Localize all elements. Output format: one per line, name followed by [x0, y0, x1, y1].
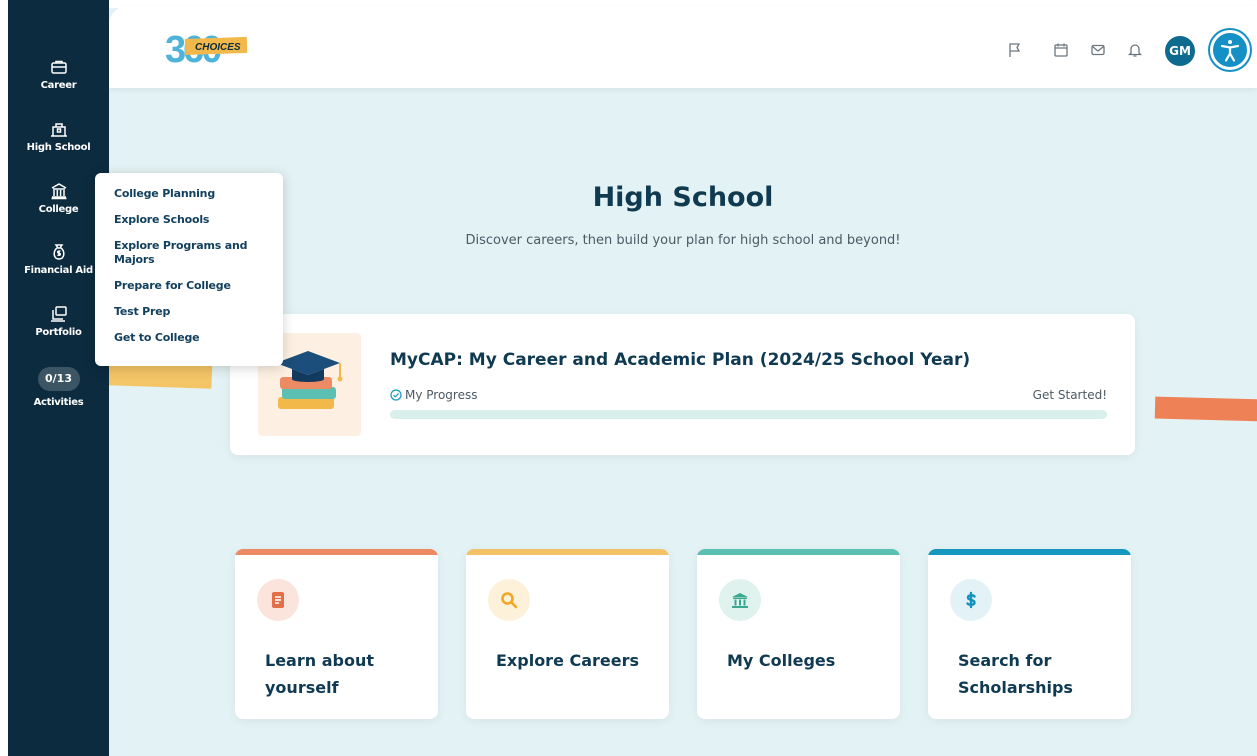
card-title: Search for Scholarships — [958, 651, 1073, 697]
mail-icon[interactable] — [1090, 42, 1106, 58]
progress-label-text: My Progress — [405, 388, 478, 402]
card-title: Learn about yourself — [265, 651, 374, 697]
sidebar-item-activities[interactable]: 0/13 Activities — [8, 367, 109, 408]
card-accent-bar — [928, 549, 1131, 555]
card-icon-circle — [257, 579, 299, 621]
college-icon — [732, 593, 748, 608]
app-logo[interactable]: 360 CHOICES — [165, 24, 257, 72]
user-avatar[interactable]: GM — [1165, 36, 1195, 66]
sidebar-item-label: High School — [26, 142, 91, 153]
window-edge — [0, 0, 8, 756]
menu-item-test-prep[interactable]: Test Prep — [114, 305, 271, 319]
sidebar-item-label: Activities — [33, 397, 84, 408]
card-icon-circle — [719, 579, 761, 621]
accessibility-button[interactable] — [1210, 30, 1250, 70]
card-icon-circle — [488, 579, 530, 621]
progress-bar — [390, 410, 1107, 419]
card-learn-about-yourself[interactable]: Learn about yourself — [235, 549, 438, 719]
money-bag-icon — [53, 244, 64, 260]
sidebar-item-label: Financial Aid — [24, 265, 93, 276]
sidebar-item-high-school[interactable]: High School — [8, 120, 109, 153]
card-accent-bar — [697, 549, 900, 555]
check-circle-icon — [390, 389, 402, 401]
college-flyout-menu: College Planning Explore Schools Explore… — [95, 173, 283, 366]
menu-item-explore-schools[interactable]: Explore Schools — [114, 213, 271, 227]
card-accent-bar — [235, 549, 438, 555]
mycap-card[interactable]: MyCAP: My Career and Academic Plan (2024… — [230, 314, 1135, 455]
header: 360 CHOICES GM — [109, 6, 1257, 88]
card-search-for-scholarships[interactable]: Search for Scholarships — [928, 549, 1131, 719]
sidebar-item-label: College — [38, 204, 79, 215]
decorative-stripe-orange — [1154, 396, 1257, 422]
sidebar-item-financial-aid[interactable]: Financial Aid — [8, 243, 109, 276]
book-icon — [272, 592, 284, 608]
menu-item-explore-programs-majors[interactable]: Explore Programs and Majors — [114, 239, 271, 267]
card-accent-bar — [466, 549, 669, 555]
college-building-icon — [51, 183, 66, 200]
school-building-icon — [50, 123, 67, 137]
sidebar-item-portfolio[interactable]: Portfolio — [8, 305, 109, 338]
sidebar-item-label: Portfolio — [35, 327, 82, 338]
logo-graphic: 360 CHOICES — [165, 29, 248, 71]
sidebar: Career High School College Financial Aid… — [8, 0, 109, 756]
portfolio-icon — [50, 306, 67, 322]
flag-icon[interactable] — [1007, 42, 1023, 58]
card-title: Explore Careers — [496, 651, 640, 670]
menu-item-get-to-college[interactable]: Get to College — [114, 331, 271, 345]
progress-label: My Progress — [390, 388, 477, 402]
main-content: 360 CHOICES GM High School Discover care… — [109, 0, 1257, 756]
calendar-icon[interactable] — [1053, 42, 1069, 58]
sidebar-item-career[interactable]: Career — [8, 58, 109, 91]
dollar-icon — [966, 591, 976, 609]
card-explore-careers[interactable]: Explore Careers — [466, 549, 669, 719]
briefcase-icon — [50, 60, 67, 74]
menu-item-prepare-for-college[interactable]: Prepare for College — [114, 279, 271, 293]
bell-icon[interactable] — [1127, 42, 1143, 58]
mycap-title[interactable]: MyCAP: My Career and Academic Plan (2024… — [390, 350, 970, 370]
sidebar-item-label: Career — [40, 80, 77, 91]
sidebar-item-college[interactable]: College — [8, 182, 109, 215]
card-icon-circle — [950, 579, 992, 621]
card-title: My Colleges — [727, 651, 836, 670]
accessibility-icon — [1220, 40, 1240, 62]
svg-text:CHOICES: CHOICES — [195, 42, 241, 53]
search-icon — [501, 592, 518, 609]
activities-count-badge: 0/13 — [37, 367, 80, 391]
card-my-colleges[interactable]: My Colleges — [697, 549, 900, 719]
get-started-link[interactable]: Get Started! — [1033, 388, 1107, 402]
menu-item-college-planning[interactable]: College Planning — [114, 187, 271, 201]
